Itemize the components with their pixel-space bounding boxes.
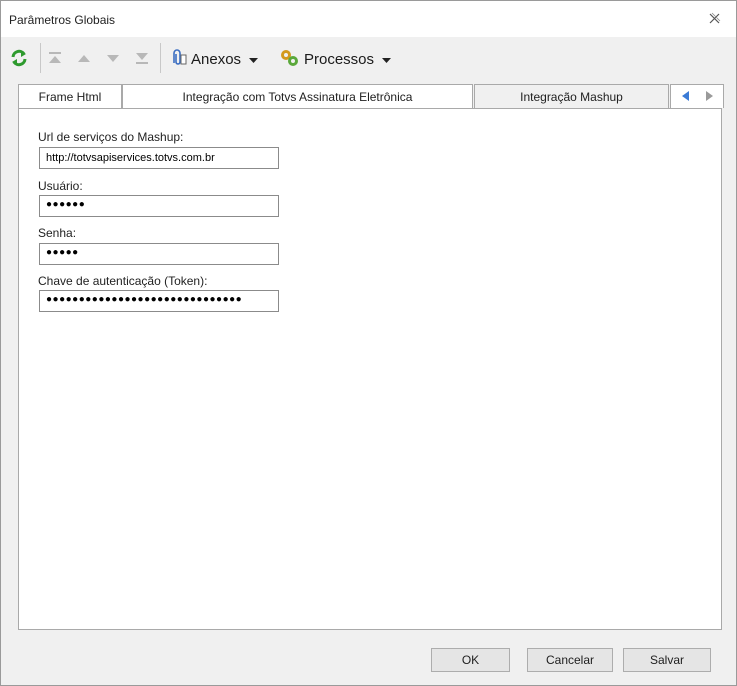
move-first-icon[interactable] [47,50,63,66]
tab-label: Integração com Totvs Assinatura Eletrôni… [182,89,413,104]
move-last-icon[interactable] [134,50,150,66]
refresh-icon[interactable] [9,48,29,68]
url-label: Url de serviços do Mashup: [38,130,184,144]
tab-integracao-totvs-assinatura[interactable]: Integração com Totvs Assinatura Eletrôni… [122,84,473,108]
tab-scroll-right-icon[interactable] [703,90,715,105]
url-input[interactable]: http://totvsapiservices.totvs.com.br [39,147,279,169]
token-label: Chave de autenticação (Token): [38,274,208,288]
processos-label: Processos [304,51,375,68]
move-down-icon[interactable] [105,50,121,66]
toolbar: Anexos Processos [1,39,736,79]
processos-menu-button[interactable]: Processos [279,48,392,71]
tab-frame-html[interactable]: Frame Html [18,84,122,108]
move-up-icon[interactable] [76,50,92,66]
tab-label: Integração Mashup [520,89,623,104]
ok-button[interactable]: OK [431,648,510,672]
title-bar: Parâmetros Globais [1,1,736,37]
tab-content-panel: Url de serviços do Mashup: http://totvsa… [18,108,722,630]
tab-scroll-controls [670,84,724,108]
tab-label: Frame Html [38,89,102,104]
dialog-window: Parâmetros Globais Anexos Processos Fram… [0,0,737,686]
gears-icon [279,48,301,71]
password-input[interactable]: ●●●●● [39,243,279,265]
paperclip-icon [168,48,188,71]
tab-scroll-left-icon[interactable] [680,90,692,105]
cancel-button[interactable]: Cancelar [527,648,613,672]
user-label: Usuário: [38,179,83,193]
toolbar-separator [160,43,161,73]
chevron-down-icon [382,53,392,67]
close-icon[interactable] [707,10,723,26]
user-input[interactable]: ●●●●●● [39,195,279,217]
anexos-label: Anexos [191,51,242,68]
window-title: Parâmetros Globais [9,13,116,27]
chevron-down-icon [249,53,259,67]
token-input[interactable]: ●●●●●●●●●●●●●●●●●●●●●●●●●●●●●● [39,290,279,312]
anexos-menu-button[interactable]: Anexos [168,48,259,71]
dialog-footer: OK Cancelar Salvar [1,639,736,685]
save-button[interactable]: Salvar [623,648,711,672]
toolbar-separator [40,43,41,73]
tab-bar: Frame Html Integração com Totvs Assinatu… [18,84,724,108]
password-label: Senha: [38,226,77,240]
tab-integracao-mashup[interactable]: Integração Mashup [474,84,669,108]
